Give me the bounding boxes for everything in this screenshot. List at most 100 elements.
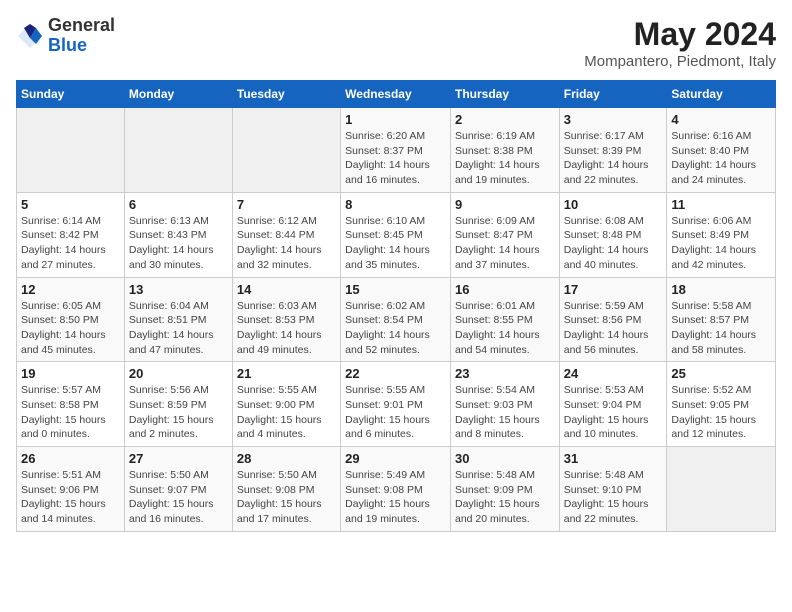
calendar-cell: 30 Sunrise: 5:48 AM Sunset: 9:09 PM Dayli… — [450, 447, 559, 532]
day-number: 11 — [671, 197, 771, 212]
day-info: Sunrise: 5:55 AM Sunset: 9:00 PM Dayligh… — [237, 383, 336, 442]
calendar-cell: 25Sunrise: 5:52 AM Sunset: 9:05 PM Dayli… — [667, 362, 776, 447]
day-number: 22 — [345, 366, 446, 381]
day-info: Sunrise: 5:55 AM Sunset: 9:01 PM Dayligh… — [345, 383, 446, 442]
day-number: 16 — [455, 282, 555, 297]
header-monday: Monday — [124, 81, 232, 108]
calendar-cell: 20 Sunrise: 5:56 AM Sunset: 8:59 PM Dayli… — [124, 362, 232, 447]
day-info: Sunrise: 5:58 AM Sunset: 8:57 PM Dayligh… — [671, 299, 771, 358]
day-info: Sunrise: 5:56 AM Sunset: 8:59 PM Dayligh… — [129, 383, 228, 442]
day-number: 21 — [237, 366, 336, 381]
day-info: Sunrise: 5:50 AM Sunset: 9:08 PM Dayligh… — [237, 468, 336, 527]
day-number: 6 — [129, 197, 228, 212]
calendar-cell: 27 Sunrise: 5:50 AM Sunset: 9:07 PM Dayli… — [124, 447, 232, 532]
day-info: Sunrise: 6:06 AM Sunset: 8:49 PM Dayligh… — [671, 214, 771, 273]
calendar-cell: 23 Sunrise: 5:54 AM Sunset: 9:03 PM Dayli… — [450, 362, 559, 447]
calendar-header-row: SundayMondayTuesdayWednesdayThursdayFrid… — [17, 81, 776, 108]
header-tuesday: Tuesday — [232, 81, 340, 108]
logo-icon — [16, 22, 44, 50]
calendar-table: SundayMondayTuesdayWednesdayThursdayFrid… — [16, 80, 776, 532]
calendar-week-row: 26 Sunrise: 5:51 AM Sunset: 9:06 PM Dayli… — [17, 447, 776, 532]
calendar-cell: 6Sunrise: 6:13 AM Sunset: 8:43 PM Daylig… — [124, 192, 232, 277]
day-number: 23 — [455, 366, 555, 381]
day-info: Sunrise: 6:12 AM Sunset: 8:44 PM Dayligh… — [237, 214, 336, 273]
calendar-week-row: 1 Sunrise: 6:20 AM Sunset: 8:37 PM Daylig… — [17, 108, 776, 193]
day-number: 8 — [345, 197, 446, 212]
calendar-cell: 14 Sunrise: 6:03 AM Sunset: 8:53 PM Dayli… — [232, 277, 340, 362]
calendar-week-row: 19Sunrise: 5:57 AM Sunset: 8:58 PM Dayli… — [17, 362, 776, 447]
calendar-cell: 1 Sunrise: 6:20 AM Sunset: 8:37 PM Daylig… — [341, 108, 451, 193]
day-number: 24 — [564, 366, 663, 381]
calendar-cell — [17, 108, 125, 193]
location-subtitle: Mompantero, Piedmont, Italy — [584, 53, 776, 70]
day-info: Sunrise: 6:03 AM Sunset: 8:53 PM Dayligh… — [237, 299, 336, 358]
day-info: Sunrise: 5:48 AM Sunset: 9:09 PM Dayligh… — [455, 468, 555, 527]
calendar-cell: 5 Sunrise: 6:14 AM Sunset: 8:42 PM Daylig… — [17, 192, 125, 277]
day-number: 9 — [455, 197, 555, 212]
calendar-cell — [232, 108, 340, 193]
logo-general-text: General — [48, 16, 115, 36]
day-info: Sunrise: 5:52 AM Sunset: 9:05 PM Dayligh… — [671, 383, 771, 442]
calendar-cell: 24Sunrise: 5:53 AM Sunset: 9:04 PM Dayli… — [559, 362, 667, 447]
month-year-title: May 2024 — [584, 16, 776, 53]
day-number: 3 — [564, 112, 663, 127]
day-number: 5 — [21, 197, 120, 212]
day-number: 28 — [237, 451, 336, 466]
calendar-cell: 21 Sunrise: 5:55 AM Sunset: 9:00 PM Dayli… — [232, 362, 340, 447]
logo: General Blue — [16, 16, 115, 56]
day-number: 19 — [21, 366, 120, 381]
day-info: Sunrise: 6:17 AM Sunset: 8:39 PM Dayligh… — [564, 129, 663, 188]
day-info: Sunrise: 6:20 AM Sunset: 8:37 PM Dayligh… — [345, 129, 446, 188]
logo-blue-text: Blue — [48, 36, 115, 56]
day-number: 20 — [129, 366, 228, 381]
calendar-cell: 28 Sunrise: 5:50 AM Sunset: 9:08 PM Dayli… — [232, 447, 340, 532]
calendar-cell: 3 Sunrise: 6:17 AM Sunset: 8:39 PM Daylig… — [559, 108, 667, 193]
day-info: Sunrise: 6:08 AM Sunset: 8:48 PM Dayligh… — [564, 214, 663, 273]
calendar-week-row: 5 Sunrise: 6:14 AM Sunset: 8:42 PM Daylig… — [17, 192, 776, 277]
day-info: Sunrise: 6:10 AM Sunset: 8:45 PM Dayligh… — [345, 214, 446, 273]
logo-text: General Blue — [48, 16, 115, 56]
page-header: General Blue May 2024 Mompantero, Piedmo… — [16, 16, 776, 70]
day-number: 26 — [21, 451, 120, 466]
day-info: Sunrise: 6:19 AM Sunset: 8:38 PM Dayligh… — [455, 129, 555, 188]
day-info: Sunrise: 6:09 AM Sunset: 8:47 PM Dayligh… — [455, 214, 555, 273]
day-info: Sunrise: 5:50 AM Sunset: 9:07 PM Dayligh… — [129, 468, 228, 527]
day-info: Sunrise: 6:01 AM Sunset: 8:55 PM Dayligh… — [455, 299, 555, 358]
calendar-cell — [124, 108, 232, 193]
calendar-cell: 19Sunrise: 5:57 AM Sunset: 8:58 PM Dayli… — [17, 362, 125, 447]
header-wednesday: Wednesday — [341, 81, 451, 108]
calendar-cell: 2 Sunrise: 6:19 AM Sunset: 8:38 PM Daylig… — [450, 108, 559, 193]
calendar-cell: 29Sunrise: 5:49 AM Sunset: 9:08 PM Dayli… — [341, 447, 451, 532]
calendar-cell: 10 Sunrise: 6:08 AM Sunset: 8:48 PM Dayli… — [559, 192, 667, 277]
header-thursday: Thursday — [450, 81, 559, 108]
calendar-cell: 16 Sunrise: 6:01 AM Sunset: 8:55 PM Dayli… — [450, 277, 559, 362]
day-number: 13 — [129, 282, 228, 297]
day-number: 4 — [671, 112, 771, 127]
day-number: 1 — [345, 112, 446, 127]
header-sunday: Sunday — [17, 81, 125, 108]
day-number: 2 — [455, 112, 555, 127]
day-number: 29 — [345, 451, 446, 466]
header-saturday: Saturday — [667, 81, 776, 108]
calendar-cell: 11 Sunrise: 6:06 AM Sunset: 8:49 PM Dayli… — [667, 192, 776, 277]
calendar-cell: 17Sunrise: 5:59 AM Sunset: 8:56 PM Dayli… — [559, 277, 667, 362]
title-block: May 2024 Mompantero, Piedmont, Italy — [584, 16, 776, 70]
calendar-cell: 22 Sunrise: 5:55 AM Sunset: 9:01 PM Dayli… — [341, 362, 451, 447]
calendar-cell: 4 Sunrise: 6:16 AM Sunset: 8:40 PM Daylig… — [667, 108, 776, 193]
day-number: 12 — [21, 282, 120, 297]
calendar-cell: 8 Sunrise: 6:10 AM Sunset: 8:45 PM Daylig… — [341, 192, 451, 277]
day-info: Sunrise: 6:14 AM Sunset: 8:42 PM Dayligh… — [21, 214, 120, 273]
day-info: Sunrise: 6:02 AM Sunset: 8:54 PM Dayligh… — [345, 299, 446, 358]
day-info: Sunrise: 6:16 AM Sunset: 8:40 PM Dayligh… — [671, 129, 771, 188]
day-number: 30 — [455, 451, 555, 466]
day-number: 27 — [129, 451, 228, 466]
day-info: Sunrise: 5:59 AM Sunset: 8:56 PM Dayligh… — [564, 299, 663, 358]
day-number: 15 — [345, 282, 446, 297]
calendar-cell: 15 Sunrise: 6:02 AM Sunset: 8:54 PM Dayli… — [341, 277, 451, 362]
calendar-cell: 31Sunrise: 5:48 AM Sunset: 9:10 PM Dayli… — [559, 447, 667, 532]
day-info: Sunrise: 5:51 AM Sunset: 9:06 PM Dayligh… — [21, 468, 120, 527]
day-number: 14 — [237, 282, 336, 297]
day-info: Sunrise: 5:54 AM Sunset: 9:03 PM Dayligh… — [455, 383, 555, 442]
day-info: Sunrise: 6:05 AM Sunset: 8:50 PM Dayligh… — [21, 299, 120, 358]
day-number: 10 — [564, 197, 663, 212]
